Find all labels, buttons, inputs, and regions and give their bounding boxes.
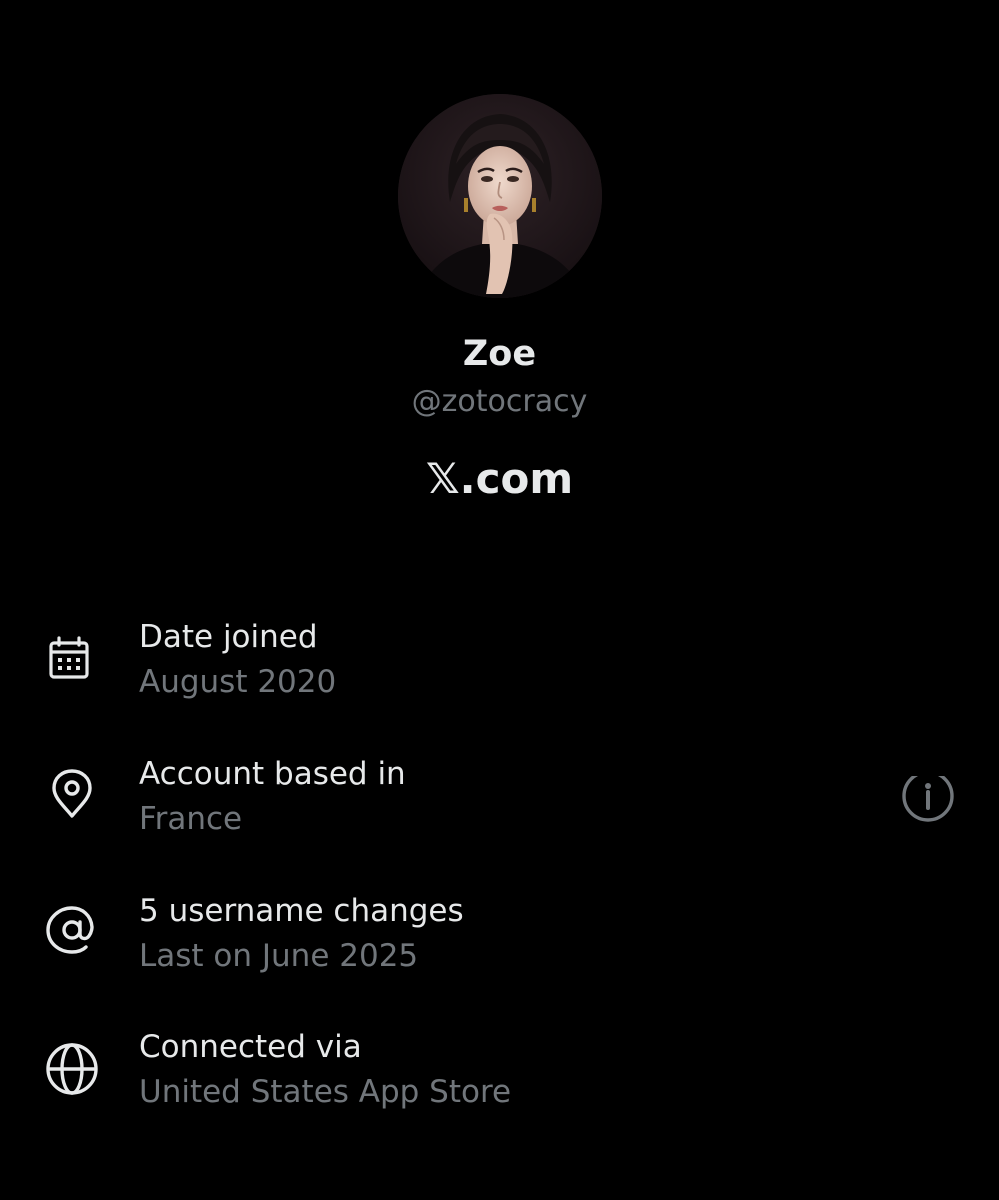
calendar-icon (42, 631, 102, 691)
x-brand-logo: 𝕏.com (425, 454, 574, 503)
connected-via-row: Connected via United States App Store (0, 1027, 999, 1127)
profile-avatar[interactable] (398, 94, 602, 298)
connected-via-label: Connected via (139, 1029, 362, 1065)
connected-via-text: Connected via United States App Store (139, 1027, 511, 1112)
location-pin-icon (42, 768, 102, 828)
username-changes-label: 5 username changes (139, 893, 464, 929)
globe-icon (42, 1041, 102, 1101)
date-joined-value: August 2020 (139, 664, 337, 700)
profile-handle: @zotocracy (411, 384, 588, 419)
username-changes-row: 5 username changes Last on June 2025 (0, 891, 999, 991)
date-joined-row: Date joined August 2020 (0, 617, 999, 717)
username-changes-value: Last on June 2025 (139, 938, 419, 974)
date-joined-label: Date joined (139, 619, 318, 655)
info-icon[interactable] (898, 776, 958, 836)
account-based-in-value: France (139, 801, 243, 837)
avatar-portrait-image (398, 94, 602, 298)
account-based-in-text: Account based in France (139, 754, 406, 839)
account-based-in-label: Account based in (139, 756, 406, 792)
profile-display-name: Zoe (462, 334, 537, 374)
username-changes-text: 5 username changes Last on June 2025 (139, 891, 464, 976)
date-joined-text: Date joined August 2020 (139, 617, 336, 702)
at-sign-icon (42, 905, 102, 965)
connected-via-value: United States App Store (139, 1074, 512, 1110)
account-based-in-row: Account based in France (0, 754, 999, 854)
